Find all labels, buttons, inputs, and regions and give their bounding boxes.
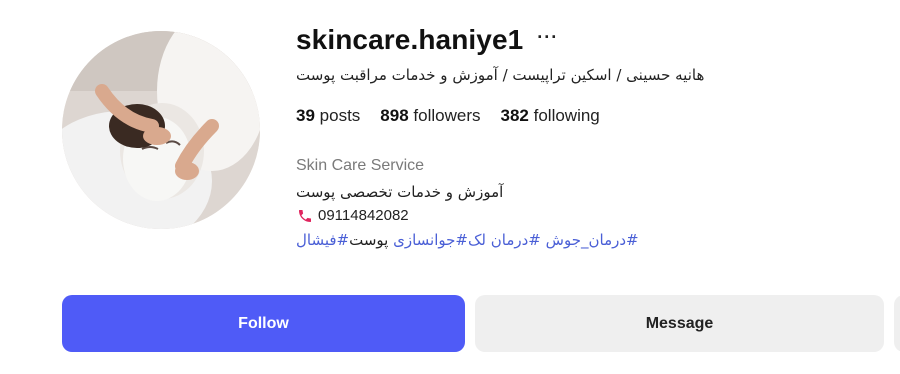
bio-line: آموزش و خدمات تخصصی پوست	[296, 183, 504, 201]
profile-stats: 39 posts 898 followers 382 following	[296, 106, 600, 126]
message-button[interactable]: Message	[475, 295, 884, 352]
following-count: 382	[500, 106, 529, 125]
profile-avatar[interactable]	[62, 31, 260, 229]
hashtag-link[interactable]: #درمان_جوش	[546, 231, 639, 249]
bio-hashtags: #درمان_جوش #درمان لک#جوانسازی پوست#فیشال	[296, 231, 681, 249]
follow-button[interactable]: Follow	[62, 295, 465, 352]
posts-stat: 39 posts	[296, 106, 360, 126]
avatar-image	[62, 31, 260, 229]
followers-label: followers	[413, 106, 481, 125]
suggested-accounts-button[interactable]	[894, 295, 900, 352]
hashtag-link[interactable]: #درمان لک	[468, 231, 541, 249]
phone-number[interactable]: 09114842082	[318, 207, 409, 224]
profile-full-name: هانیه حسینی / اسکین تراپیست / آموزش و خد…	[296, 66, 705, 84]
profile-username: skincare.haniye1	[296, 24, 524, 55]
posts-count: 39	[296, 106, 315, 125]
followers-stat[interactable]: 898 followers	[380, 106, 480, 126]
hashtag-link[interactable]: #جوانسازی	[393, 231, 468, 249]
ellipsis-icon[interactable]: ···	[537, 28, 558, 46]
username-row: skincare.haniye1 ···	[296, 24, 558, 56]
profile-category: Skin Care Service	[296, 157, 425, 174]
following-label: following	[533, 106, 600, 125]
following-stat[interactable]: 382 following	[501, 106, 600, 126]
phone-icon	[299, 209, 311, 222]
bio-phone: 09114842082	[296, 207, 409, 224]
hashtag-link[interactable]: #فیشال	[296, 231, 349, 249]
posts-label: posts	[319, 106, 361, 125]
bio-plain-text: پوست	[349, 231, 394, 249]
followers-count: 898	[380, 106, 409, 125]
